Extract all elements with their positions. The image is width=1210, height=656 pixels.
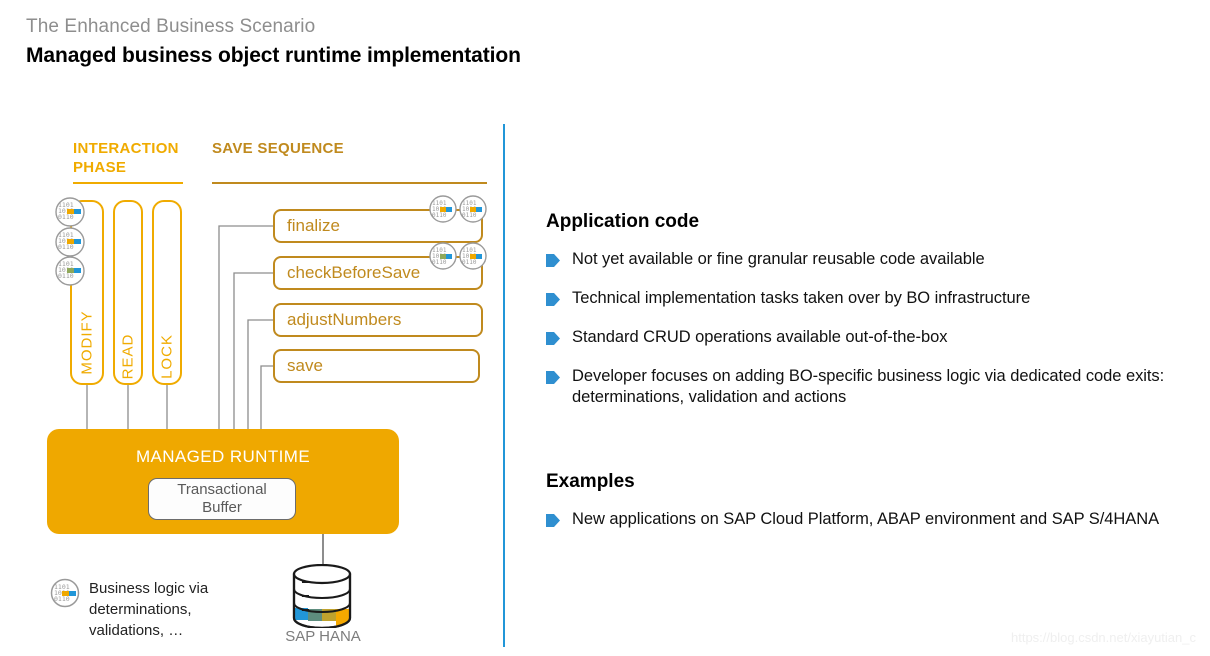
legend-text: Business logic via determinations, valid… [89,580,209,639]
bullet-list-examples: New applications on SAP Cloud Platform, … [546,509,1186,548]
bullet-arrow-icon [546,371,560,384]
transactional-buffer-line1: Transactional [177,481,267,498]
column-rule-interaction [73,182,183,184]
transactional-buffer-line2: Buffer [202,499,242,516]
save-step-save[interactable]: save [273,349,480,383]
svg-text:0110: 0110 [58,213,74,221]
bullet-arrow-icon [546,254,560,267]
phase-label-modify: MODIFY [78,310,96,375]
svg-text:0110: 0110 [432,259,447,266]
database-label: SAP HANA [285,628,361,645]
list-item: New applications on SAP Cloud Platform, … [546,509,1186,530]
code-circle-icon-group-modify: 1101 1010 0110 1101 1010 0110 1101 1010 … [55,197,85,286]
bullet-arrow-icon [546,332,560,345]
code-circle-icon: 1101 1010 0110 [50,578,80,608]
bullet-list-application-code: Not yet available or fine granular reusa… [546,249,1186,426]
slide-root: The Enhanced Business Scenario Managed b… [0,0,1210,656]
section-title-application-code: Application code [546,211,700,232]
database-connector-line [322,534,324,568]
code-circle-icon-group-finalize: 1101 1010 0110 1101 1010 0110 [429,195,487,223]
column-header-interaction-phase: INTERACTION PHASE [73,140,179,176]
code-circle-icon-group-check-before-save: 1101 1010 0110 1101 1010 0110 [429,242,487,270]
phase-label-lock: LOCK [158,334,176,379]
legend: 1101 1010 0110 Business logic via determ… [50,578,249,641]
section-title-examples: Examples [546,471,635,492]
column-rule-save [212,182,487,184]
phase-label-read: READ [119,333,137,380]
list-item-text: Technical implementation tasks taken ove… [572,289,1031,307]
svg-text:0110: 0110 [462,259,477,266]
svg-text:0110: 0110 [462,212,477,219]
column-header-save-sequence: SAVE SEQUENCE [212,140,344,157]
svg-text:0110: 0110 [54,595,70,603]
svg-text:0110: 0110 [58,243,74,251]
list-item-text: Standard CRUD operations available out-o… [572,328,948,346]
list-item: Not yet available or fine granular reusa… [546,249,1186,270]
architecture-diagram: INTERACTION PHASE SAVE SEQUENCE MODIFY R… [0,0,503,656]
right-content-panel: Application code Not yet available or fi… [546,0,1210,656]
managed-runtime-label: MANAGED RUNTIME [135,447,311,466]
svg-text:0110: 0110 [58,272,74,280]
watermark: https://blog.csdn.net/xiayutian_c [1010,630,1196,645]
phase-pill-read[interactable]: READ [113,200,143,385]
save-step-adjust-numbers[interactable]: adjustNumbers [273,303,483,337]
list-item-text: Not yet available or fine granular reusa… [572,250,985,268]
list-item: Technical implementation tasks taken ove… [546,288,1186,309]
database-icon [292,564,352,628]
list-item-text: Developer focuses on adding BO-specific … [572,367,1165,406]
phase-pill-lock[interactable]: LOCK [152,200,182,385]
svg-text:0110: 0110 [432,212,447,219]
transactional-buffer-box[interactable]: Transactional Buffer [148,478,296,520]
vertical-divider [503,124,505,647]
bullet-arrow-icon [546,514,560,527]
list-item-text: New applications on SAP Cloud Platform, … [572,510,1160,528]
list-item: Developer focuses on adding BO-specific … [546,366,1186,408]
list-item: Standard CRUD operations available out-o… [546,327,1186,348]
bullet-arrow-icon [546,293,560,306]
